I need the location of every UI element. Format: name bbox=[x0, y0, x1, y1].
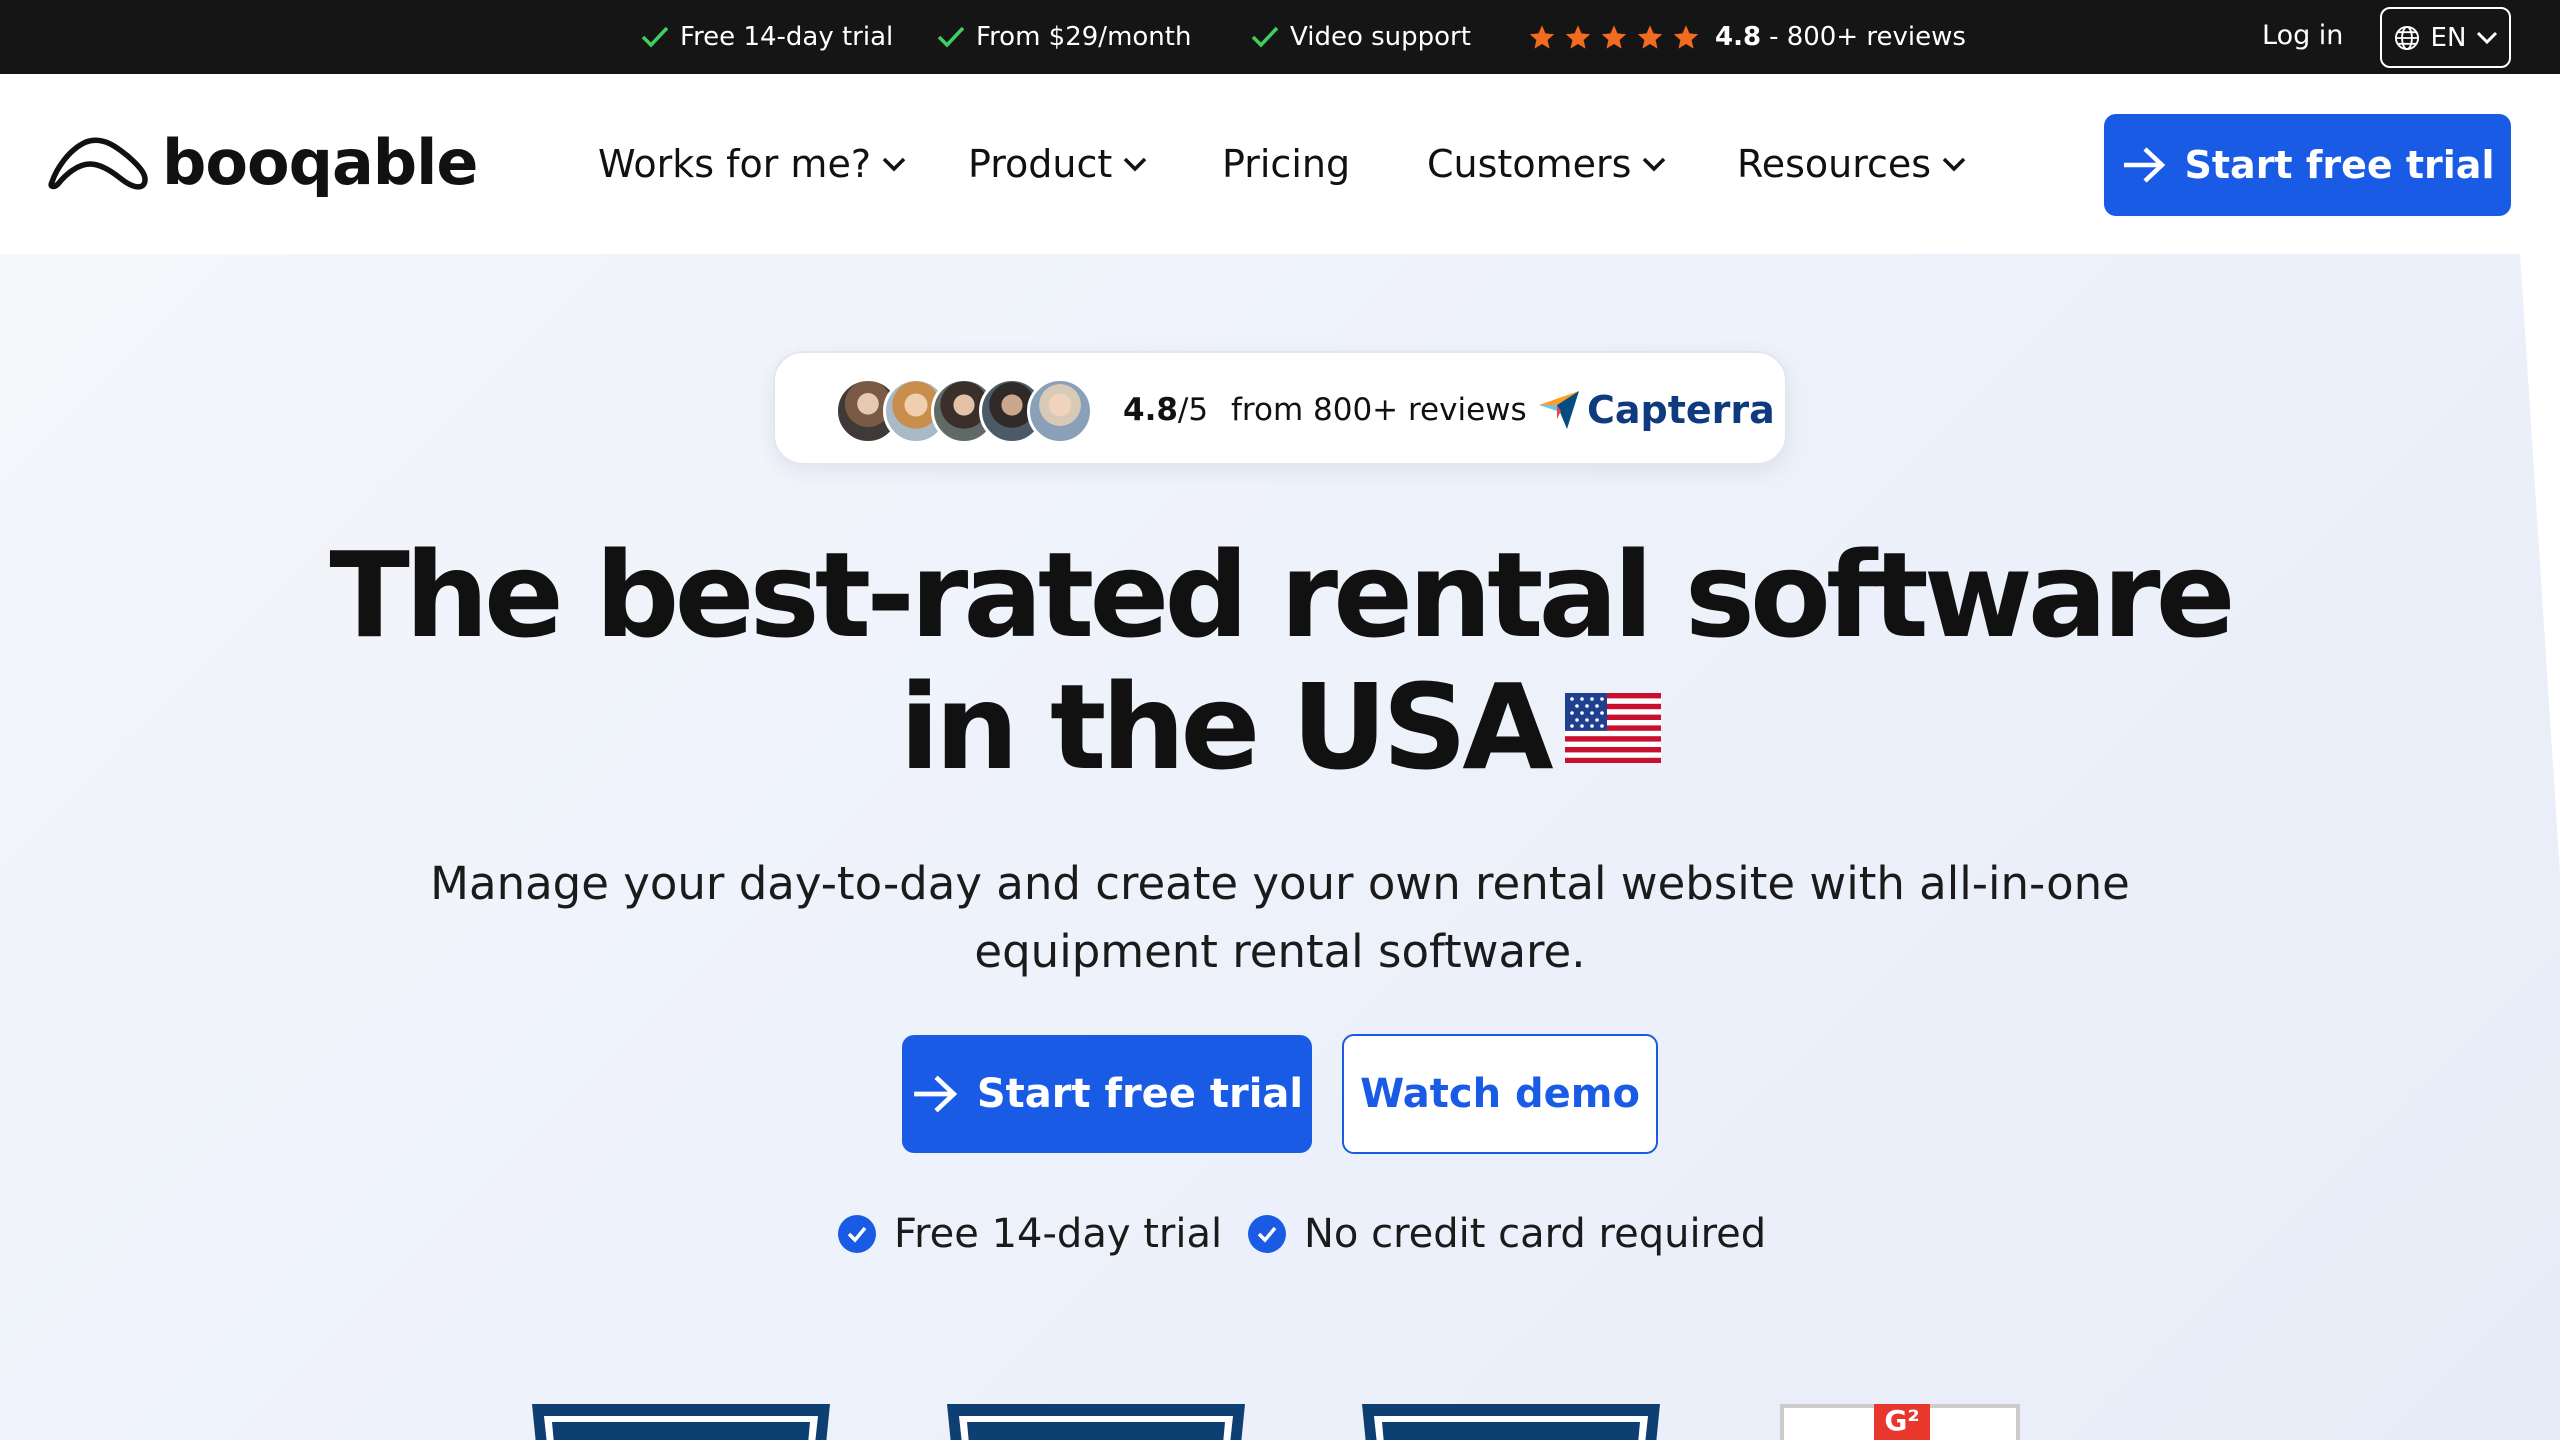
check-icon bbox=[937, 26, 965, 48]
check-circle-icon bbox=[1248, 1215, 1286, 1253]
nav-pricing[interactable]: Pricing bbox=[1222, 74, 1350, 254]
nav-works-for-me[interactable]: Works for me? bbox=[598, 74, 907, 254]
brand-logo[interactable]: booqable bbox=[46, 126, 478, 199]
arrow-right-icon bbox=[913, 1075, 958, 1113]
nav-resources[interactable]: Resources bbox=[1737, 74, 1967, 254]
nav-label: Product bbox=[968, 142, 1113, 186]
star-icon bbox=[1673, 25, 1699, 49]
main-nav: booqable Works for me? Product Pricing C… bbox=[0, 74, 2560, 254]
check-icon bbox=[1251, 26, 1279, 48]
topbar-rating: 4.8 - 800+ reviews bbox=[1527, 0, 1966, 74]
globe-icon bbox=[2394, 25, 2419, 50]
capterra-label: Capterra bbox=[1587, 388, 1775, 432]
hero-start-trial-button[interactable]: Start free trial bbox=[902, 1035, 1312, 1153]
headline-line-2: in the USA bbox=[899, 658, 1553, 796]
avatar bbox=[1027, 378, 1093, 444]
star-rating bbox=[1527, 23, 1701, 51]
us-flag-icon bbox=[1564, 656, 1661, 788]
benefit-no-credit-card: No credit card required bbox=[1248, 1204, 1766, 1264]
nav-start-trial-button[interactable]: Start free trial bbox=[2104, 114, 2511, 216]
award-badge-icon bbox=[1362, 1404, 1660, 1440]
benefit-label: No credit card required bbox=[1304, 1211, 1767, 1257]
button-label: Start free trial bbox=[2184, 143, 2495, 187]
review-summary-pill: 4.8/5 from 800+ reviews Capterra bbox=[773, 351, 1787, 465]
brand-name: booqable bbox=[162, 126, 478, 199]
language-label: EN bbox=[2430, 22, 2467, 53]
language-selector[interactable]: EN bbox=[2380, 7, 2511, 68]
chevron-down-icon bbox=[1942, 157, 1966, 172]
star-icon bbox=[1637, 25, 1663, 49]
review-score-scale: /5 bbox=[1177, 392, 1209, 428]
rating-text: - 800+ reviews bbox=[1769, 22, 1966, 52]
star-icon bbox=[1565, 25, 1591, 49]
nav-product[interactable]: Product bbox=[968, 74, 1148, 254]
chevron-down-icon bbox=[882, 157, 906, 172]
button-label: Start free trial bbox=[976, 1071, 1304, 1117]
headline-line-1: The best-rated rental software bbox=[329, 526, 2235, 664]
star-icon bbox=[1601, 25, 1627, 49]
review-score-value: 4.8 bbox=[1123, 392, 1178, 428]
nav-label: Works for me? bbox=[598, 142, 871, 186]
benefit-label: Free 14-day trial bbox=[894, 1211, 1223, 1257]
usp-video-support: Video support bbox=[1250, 0, 1471, 74]
watch-demo-button[interactable]: Watch demo bbox=[1342, 1034, 1658, 1154]
button-label: Watch demo bbox=[1360, 1071, 1640, 1117]
review-score: 4.8/5 bbox=[1123, 353, 1208, 467]
nav-customers[interactable]: Customers bbox=[1427, 74, 1667, 254]
login-link[interactable]: Log in bbox=[2262, 0, 2343, 70]
booqable-logo-icon bbox=[48, 137, 148, 190]
award-badge-icon bbox=[532, 1404, 830, 1440]
top-bar: Free 14-day trial From $29/month Video s… bbox=[0, 0, 2560, 74]
nav-label: Customers bbox=[1427, 142, 1632, 186]
usp-pricing: From $29/month bbox=[936, 0, 1191, 74]
chevron-down-icon bbox=[1124, 157, 1147, 172]
chevron-down-icon bbox=[2477, 31, 2498, 44]
star-icon bbox=[1529, 25, 1555, 49]
check-icon bbox=[641, 26, 669, 48]
hero-headline: The best-rated rental software in the US… bbox=[0, 529, 2560, 802]
usp-label: Video support bbox=[1290, 22, 1471, 52]
capterra-logo: Capterra bbox=[1537, 353, 1775, 467]
chevron-down-icon bbox=[1643, 157, 1666, 172]
g2-logo-icon: G² bbox=[1874, 1404, 1930, 1440]
usp-label: Free 14-day trial bbox=[680, 22, 894, 52]
g2-award-badge: G² bbox=[1780, 1404, 2020, 1440]
nav-label: Pricing bbox=[1222, 142, 1351, 186]
benefit-free-trial: Free 14-day trial bbox=[838, 1204, 1222, 1264]
usp-label: From $29/month bbox=[976, 22, 1192, 52]
arrow-right-icon bbox=[2123, 147, 2165, 183]
capterra-arrow-icon bbox=[1539, 391, 1579, 429]
hero-subline: Manage your day-to-day and create your o… bbox=[430, 857, 2130, 978]
reviewer-avatars bbox=[835, 378, 1093, 444]
nav-label: Resources bbox=[1737, 142, 1932, 186]
usp-free-trial: Free 14-day trial bbox=[640, 0, 893, 74]
award-badge-icon bbox=[947, 1404, 1245, 1440]
hero-section: 4.8/5 from 800+ reviews Capterra The bes… bbox=[0, 254, 2560, 1440]
rating-score: 4.8 bbox=[1715, 22, 1762, 52]
check-circle-icon bbox=[838, 1215, 876, 1253]
review-count: from 800+ reviews bbox=[1231, 392, 1527, 428]
